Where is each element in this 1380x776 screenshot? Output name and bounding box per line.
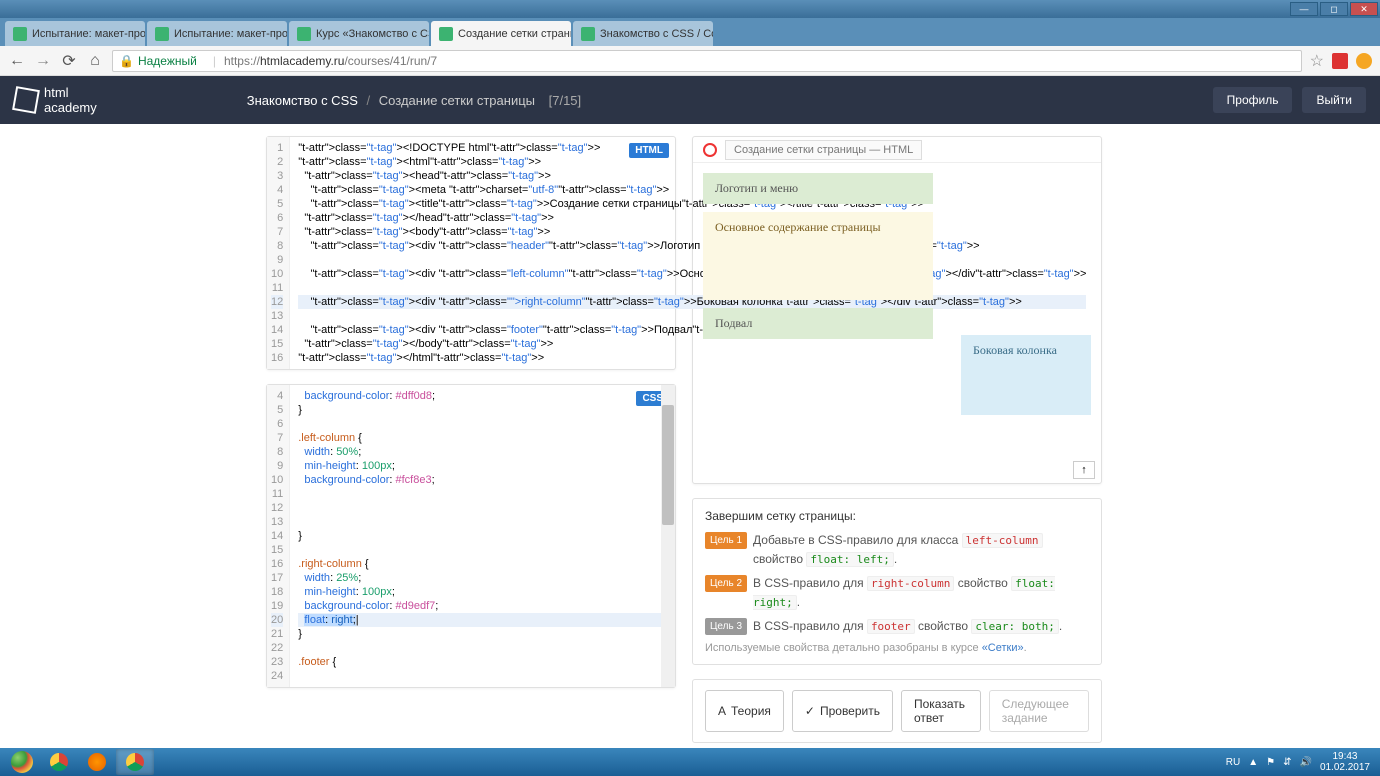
window-titlebar: — ◻ ✕: [0, 0, 1380, 18]
breadcrumb-course[interactable]: Знакомство с CSS: [247, 93, 358, 108]
browser-toolbar: ← → ⟳ ⌂ 🔒 Надежный | https://htmlacademy…: [0, 46, 1380, 76]
browser-tabstrip: Испытание: макет-про×Испытание: макет-пр…: [0, 18, 1380, 46]
window-minimize[interactable]: —: [1290, 2, 1318, 16]
goals-panel: Завершим сетку страницы: Цель 1 Добавьте …: [692, 498, 1102, 665]
browser-tab-3[interactable]: Создание сетки страниц×: [431, 21, 571, 46]
logo-icon: [12, 86, 40, 114]
font-icon: A: [718, 704, 726, 718]
goal-row-0: Цель 1 Добавьте в CSS-правило для класса …: [705, 531, 1089, 568]
show-answer-button[interactable]: Показать ответ: [901, 690, 981, 732]
address-bar[interactable]: 🔒 Надежный | https://htmlacademy.ru/cour…: [112, 50, 1302, 72]
page-content: html academy Знакомство с CSS / Создание…: [0, 76, 1380, 748]
goal-text: В CSS-правило для right-column свойство …: [753, 574, 1089, 611]
tab-favicon: [297, 27, 311, 41]
lock-icon: 🔒: [119, 54, 134, 68]
windows-taskbar: RU ▲ ⚑ ⇵ 🔊 19:43 01.02.2017: [0, 748, 1380, 776]
browser-tab-1[interactable]: Испытание: макет-про×: [147, 21, 287, 46]
next-task-button: Следующее задание: [989, 690, 1089, 732]
breadcrumb: Знакомство с CSS / Создание сетки страни…: [247, 93, 581, 108]
preview-right-block: Боковая колонка: [961, 335, 1091, 415]
preview-header-block: Логотип и меню: [703, 173, 933, 204]
goals-title: Завершим сетку страницы:: [705, 509, 1089, 523]
extension-user-icon[interactable]: [1356, 53, 1372, 69]
goals-note-link[interactable]: «Сетки»: [982, 642, 1024, 654]
window-close[interactable]: ✕: [1350, 2, 1378, 16]
logo-text-bottom: academy: [44, 100, 97, 115]
actions-panel: AТеория ✓Проверить Показать ответ Следую…: [692, 679, 1102, 743]
tray-lang[interactable]: RU: [1226, 757, 1240, 768]
goal-badge: Цель 2: [705, 575, 747, 592]
logo-text-top: html: [44, 85, 97, 100]
tab-favicon: [439, 27, 453, 41]
nav-reload[interactable]: ⟳: [60, 52, 78, 70]
tray-volume-icon[interactable]: 🔊: [1299, 757, 1311, 768]
url-host: htmlacademy.ru: [260, 54, 344, 68]
logo[interactable]: html academy: [14, 85, 97, 115]
bookmark-star-icon[interactable]: ☆: [1310, 51, 1324, 71]
goal-badge: Цель 1: [705, 532, 747, 549]
taskbar-firefox[interactable]: [78, 749, 116, 775]
goal-row-2: Цель 3 В CSS-правило для footer свойство …: [705, 617, 1089, 636]
css-gutter: 456789101112131415161718192021222324: [267, 385, 290, 687]
start-button[interactable]: [4, 748, 40, 776]
chrome-icon: [50, 753, 68, 771]
chrome-icon: [126, 753, 144, 771]
goal-text: В CSS-правило для footer свойство clear:…: [753, 617, 1062, 636]
preview-left-block: Основное содержание страницы: [703, 212, 933, 300]
html-gutter: 12345678910111213141516: [267, 137, 290, 369]
start-orb-icon: [11, 751, 33, 773]
preview-body: Логотип и меню Основное содержание стран…: [693, 163, 1101, 483]
nav-home[interactable]: ⌂: [86, 52, 104, 70]
url-scheme: https://: [224, 54, 260, 68]
css-code[interactable]: background-color: #dff0d8;}.left-column …: [290, 385, 675, 687]
firefox-icon: [88, 753, 106, 771]
browser-tab-2[interactable]: Курс «Знакомство с CSS×: [289, 21, 429, 46]
goal-text: Добавьте в CSS-правило для класса left-c…: [753, 531, 1089, 568]
window-maximize[interactable]: ◻: [1320, 2, 1348, 16]
secure-label: Надежный: [138, 54, 197, 68]
url-path: /courses/41/run/7: [344, 54, 437, 68]
tray-flag-icon[interactable]: ⚑: [1266, 757, 1275, 768]
tab-favicon: [13, 27, 27, 41]
tab-label: Испытание: макет-про: [32, 28, 145, 40]
css-editor[interactable]: CSS 456789101112131415161718192021222324…: [266, 384, 676, 688]
tab-label: Курс «Знакомство с CSS: [316, 28, 429, 40]
extension-adblock-icon[interactable]: [1332, 53, 1348, 69]
goal-badge: Цель 3: [705, 618, 747, 635]
tray-clock[interactable]: 19:43 01.02.2017: [1320, 751, 1370, 773]
tray-network-icon[interactable]: ⇵: [1283, 757, 1291, 768]
check-button[interactable]: ✓Проверить: [792, 690, 893, 732]
goal-row-1: Цель 2 В CSS-правило для right-column сво…: [705, 574, 1089, 611]
theory-button[interactable]: AТеория: [705, 690, 784, 732]
browser-tab-0[interactable]: Испытание: макет-про×: [5, 21, 145, 46]
task-counter: [7/15]: [549, 93, 582, 108]
browser-tab-4[interactable]: Знакомство с CSS / Соз×: [573, 21, 713, 46]
logout-button[interactable]: Выйти: [1302, 87, 1366, 113]
tab-label: Знакомство с CSS / Соз: [600, 28, 713, 40]
goals-note: Используемые свойства детально разобраны…: [705, 642, 1089, 654]
breadcrumb-task: Создание сетки страницы: [379, 93, 535, 108]
tab-label: Испытание: макет-про: [174, 28, 287, 40]
nav-forward[interactable]: →: [34, 52, 52, 70]
css-scrollbar[interactable]: [661, 385, 675, 687]
tray-up-icon[interactable]: ▲: [1248, 757, 1258, 768]
taskbar-chrome[interactable]: [40, 749, 78, 775]
preview-footer-block: Подвал: [703, 308, 933, 339]
html-editor[interactable]: HTML 12345678910111213141516 "t-attr">cl…: [266, 136, 676, 370]
preview-panel: Создание сетки страницы — HTML Логотип и…: [692, 136, 1102, 484]
scroll-up-button[interactable]: ↑: [1073, 461, 1095, 479]
css-scroll-thumb[interactable]: [662, 405, 674, 525]
system-tray: RU ▲ ⚑ ⇵ 🔊 19:43 01.02.2017: [1226, 751, 1376, 773]
tab-label: Создание сетки страниц: [458, 28, 571, 40]
check-icon: ✓: [805, 704, 815, 718]
profile-button[interactable]: Профиль: [1213, 87, 1293, 113]
secure-indicator: 🔒 Надежный: [119, 54, 197, 68]
taskbar-chrome-active[interactable]: [116, 749, 154, 775]
tab-favicon: [155, 27, 169, 41]
tab-favicon: [581, 27, 595, 41]
app-header: html academy Знакомство с CSS / Создание…: [0, 76, 1380, 124]
nav-back[interactable]: ←: [8, 52, 26, 70]
